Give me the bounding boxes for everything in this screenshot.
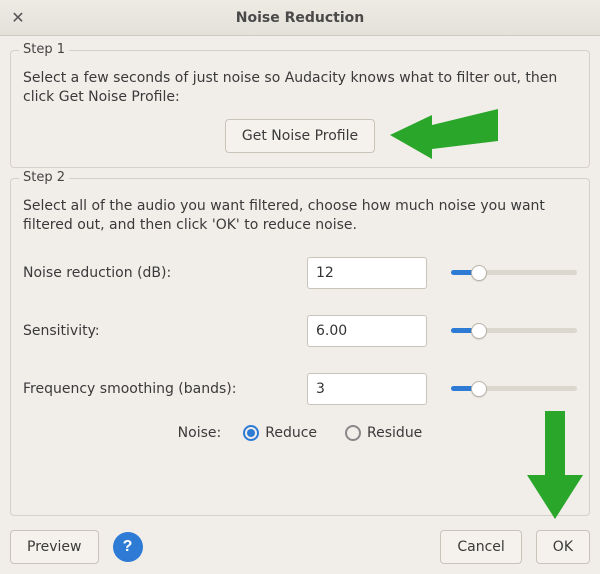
dialog-body: Step 1 Select a few seconds of just nois… [0, 36, 600, 574]
step2-label: Step 2 [19, 170, 69, 185]
noise-reduction-slider-thumb[interactable] [471, 265, 487, 281]
close-button[interactable]: ✕ [0, 0, 36, 36]
help-button[interactable]: ? [113, 532, 143, 562]
preview-button[interactable]: Preview [10, 530, 99, 564]
noise-reduction-input[interactable] [307, 257, 427, 289]
radio-icon [243, 425, 259, 441]
sensitivity-slider[interactable] [451, 321, 577, 341]
cancel-button[interactable]: Cancel [440, 530, 521, 564]
step1-group: Step 1 Select a few seconds of just nois… [10, 50, 590, 168]
titlebar: ✕ Noise Reduction [0, 0, 600, 36]
window-title: Noise Reduction [0, 10, 600, 26]
sensitivity-input[interactable] [307, 315, 427, 347]
sensitivity-slider-thumb[interactable] [471, 323, 487, 339]
get-noise-profile-button[interactable]: Get Noise Profile [225, 119, 375, 153]
parameter-grid: Noise reduction (dB): Sensitivity: [23, 257, 577, 405]
noise-mode-reduce-label: Reduce [265, 425, 317, 441]
ok-button[interactable]: OK [536, 530, 590, 564]
frequency-smoothing-slider[interactable] [451, 379, 577, 399]
step2-group: Step 2 Select all of the audio you want … [10, 178, 590, 516]
close-icon: ✕ [11, 8, 24, 27]
noise-mode-row: Noise: Reduce Residue [23, 425, 577, 441]
step2-instruction: Select all of the audio you want filtere… [23, 197, 577, 235]
frequency-smoothing-slider-thumb[interactable] [471, 381, 487, 397]
noise-mode-residue-label: Residue [367, 425, 422, 441]
noise-mode-residue-radio[interactable]: Residue [345, 425, 422, 441]
noise-mode-label: Noise: [178, 425, 222, 441]
noise-reduction-slider[interactable] [451, 263, 577, 283]
noise-reduction-dialog: ✕ Noise Reduction Step 1 Select a few se… [0, 0, 600, 574]
sensitivity-label: Sensitivity: [23, 323, 293, 339]
step1-label: Step 1 [19, 42, 69, 57]
dialog-button-row: Preview ? Cancel OK [10, 530, 590, 564]
radio-icon [345, 425, 361, 441]
help-icon: ? [123, 538, 133, 556]
step1-instruction: Select a few seconds of just noise so Au… [23, 69, 577, 107]
noise-mode-reduce-radio[interactable]: Reduce [243, 425, 317, 441]
frequency-smoothing-input[interactable] [307, 373, 427, 405]
annotation-arrow-step1 [390, 97, 500, 167]
frequency-smoothing-label: Frequency smoothing (bands): [23, 381, 293, 397]
noise-reduction-label: Noise reduction (dB): [23, 265, 293, 281]
